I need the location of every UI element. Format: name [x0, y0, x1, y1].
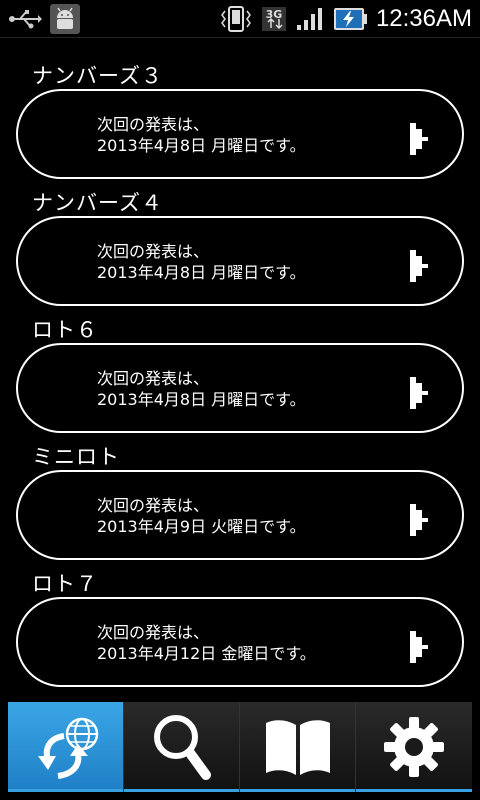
- card-line2: 2013年4月9日 火曜日です。: [97, 517, 306, 536]
- card-line1: 次回の発表は、: [97, 496, 210, 515]
- tab-underline: [356, 789, 472, 792]
- tab-underline: [124, 789, 239, 792]
- card-line1: 次回の発表は、: [97, 369, 210, 388]
- chevron-right-icon: [410, 123, 428, 155]
- status-time: 12:36AM: [375, 5, 472, 32]
- card-line2: 2013年4月12日 金曜日です。: [97, 644, 316, 663]
- card-text: 次回の発表は、 2013年4月12日 金曜日です。: [97, 622, 316, 664]
- section-title: ロト７: [32, 572, 98, 596]
- bottom-tab-bar: [8, 702, 472, 792]
- chevron-right-icon: [410, 377, 428, 409]
- chevron-right-icon: [410, 250, 428, 282]
- tab-search[interactable]: [124, 702, 240, 792]
- card-text: 次回の発表は、 2013年4月8日 月曜日です。: [97, 114, 306, 156]
- status-bar: 3G 12:36AM: [0, 0, 480, 38]
- globe-sync-icon: [37, 717, 98, 779]
- lottery-list: ナンバーズ３ 次回の発表は、 2013年4月8日 月曜日です。 ナンバーズ４ 次…: [0, 38, 480, 698]
- gear-icon: [384, 717, 444, 777]
- network-3g-label: 3G: [266, 8, 283, 21]
- tab-settings[interactable]: [356, 702, 472, 792]
- network-3g-icon: 3G: [260, 5, 288, 33]
- chevron-right-icon: [410, 631, 428, 663]
- card-line1: 次回の発表は、: [97, 623, 210, 642]
- lottery-card[interactable]: 次回の発表は、 2013年4月9日 火曜日です。: [16, 470, 464, 560]
- chevron-right-icon: [410, 504, 428, 536]
- vibrate-icon: [220, 5, 252, 33]
- card-text: 次回の発表は、 2013年4月9日 火曜日です。: [97, 495, 306, 537]
- section-title: ロト６: [32, 318, 98, 342]
- battery-charging-icon: [332, 6, 368, 32]
- usb-icon: [8, 8, 42, 30]
- tab-underline: [240, 789, 355, 792]
- card-line1: 次回の発表は、: [97, 242, 210, 261]
- card-line2: 2013年4月8日 月曜日です。: [97, 136, 306, 155]
- status-left: [8, 3, 80, 35]
- lottery-card[interactable]: 次回の発表は、 2013年4月8日 月曜日です。: [16, 343, 464, 433]
- book-icon: [265, 720, 330, 775]
- search-icon: [153, 715, 211, 780]
- section-title: ナンバーズ４: [32, 191, 163, 215]
- lottery-card[interactable]: 次回の発表は、 2013年4月8日 月曜日です。: [16, 89, 464, 179]
- section-title: ミニロト: [32, 445, 120, 469]
- card-line2: 2013年4月8日 月曜日です。: [97, 390, 306, 409]
- tab-results[interactable]: [8, 702, 124, 792]
- card-text: 次回の発表は、 2013年4月8日 月曜日です。: [97, 368, 306, 410]
- tab-guide[interactable]: [240, 702, 356, 792]
- lottery-card[interactable]: 次回の発表は、 2013年4月12日 金曜日です。: [16, 597, 464, 687]
- card-line1: 次回の発表は、: [97, 115, 210, 134]
- status-right: 3G 12:36AM: [220, 3, 472, 35]
- card-line2: 2013年4月8日 月曜日です。: [97, 263, 306, 282]
- lottery-card[interactable]: 次回の発表は、 2013年4月8日 月曜日です。: [16, 216, 464, 306]
- tab-active-indicator: [8, 789, 123, 792]
- android-debug-icon: [50, 4, 80, 34]
- signal-icon: [296, 7, 324, 31]
- section-title: ナンバーズ３: [32, 64, 163, 88]
- card-text: 次回の発表は、 2013年4月8日 月曜日です。: [97, 241, 306, 283]
